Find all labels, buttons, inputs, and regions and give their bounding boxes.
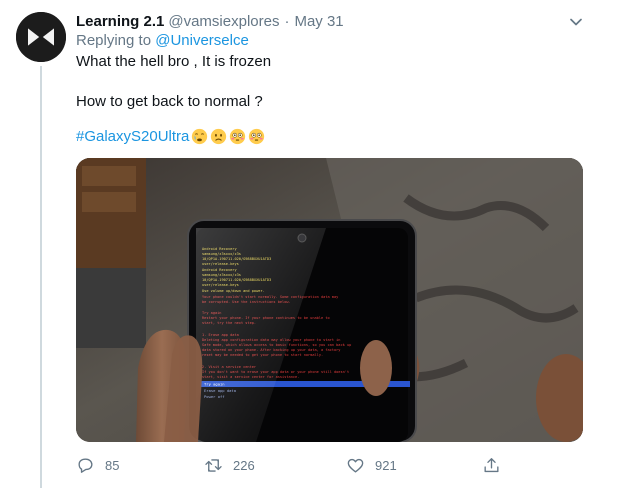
share-button[interactable]	[482, 452, 501, 478]
author-name[interactable]: Learning 2.1	[76, 13, 164, 30]
tweet-date[interactable]: May 31	[294, 13, 343, 30]
hashtag-row: #GalaxyS20Ultra	[76, 128, 265, 145]
crying-face-icon	[192, 128, 208, 145]
retweet-icon	[205, 458, 222, 472]
like-button[interactable]: 921	[346, 452, 397, 478]
like-count: 921	[375, 457, 397, 473]
tweet-text-line-1: What the hell bro , It is frozen	[76, 53, 272, 70]
more-options-button[interactable]	[566, 12, 586, 32]
flushed-face-icon	[230, 128, 246, 145]
share-icon	[484, 457, 499, 472]
replying-to: Replying to @Universelce	[76, 32, 249, 49]
author-handle[interactable]: @vamsiexplores	[168, 13, 279, 30]
heart-icon	[347, 458, 364, 473]
separator-dot: ·	[284, 12, 290, 30]
reply-icon	[78, 457, 93, 473]
replying-prefix: Replying to	[76, 32, 152, 49]
reply-count: 85	[105, 457, 120, 473]
tweet-text-line-2: How to get back to normal ?	[76, 93, 263, 110]
avatar[interactable]	[16, 12, 66, 62]
phone-recovery-photo: Android Recovery samsung/z3sxxx/z3s 10/Q…	[76, 158, 583, 442]
bowtie-logo-icon	[16, 12, 66, 62]
tweet[interactable]: Learning 2.1 @vamsiexplores · May 31 Rep…	[0, 0, 626, 488]
retweet-count: 226	[233, 457, 255, 473]
hashtag-link[interactable]: #GalaxyS20Ultra	[76, 128, 189, 145]
tweet-header: Learning 2.1 @vamsiexplores · May 31	[76, 11, 344, 31]
reply-button[interactable]: 85	[76, 452, 119, 478]
chevron-down-icon	[570, 18, 582, 26]
thread-line	[40, 66, 42, 488]
flushed-face-icon	[249, 128, 265, 145]
tweet-media-photo[interactable]: Android Recovery samsung/z3sxxx/z3s 10/Q…	[76, 158, 583, 442]
replying-handle-link[interactable]: @Universelce	[155, 32, 249, 49]
tweet-actions: 85 226 921	[76, 452, 506, 478]
retweet-button[interactable]: 226	[204, 452, 255, 478]
worried-face-icon	[211, 128, 227, 145]
